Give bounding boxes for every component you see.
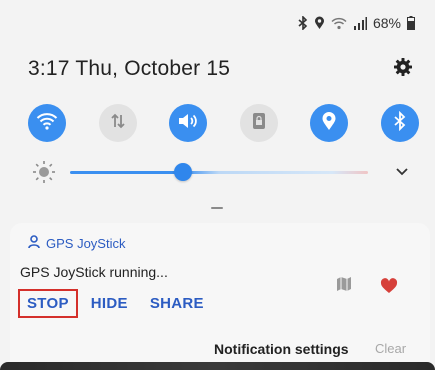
panel-bottom-edge (0, 362, 435, 370)
notification-settings-button[interactable]: Notification settings (214, 341, 349, 357)
chevron-down-icon[interactable] (395, 164, 409, 183)
wifi-status-icon (331, 17, 347, 30)
brightness-row (28, 157, 413, 187)
hide-button[interactable]: HIDE (82, 289, 137, 318)
person-pin-icon (28, 235, 40, 252)
signal-icon (353, 16, 367, 30)
heart-icon[interactable] (380, 278, 398, 299)
rotation-lock-tile[interactable] (239, 104, 278, 142)
notification-actions: STOP HIDE SHARE (18, 289, 213, 318)
map-icon[interactable] (336, 276, 352, 297)
clear-button[interactable]: Clear (375, 341, 406, 356)
notification-app-name: GPS JoyStick (46, 236, 126, 251)
location-tile[interactable] (310, 104, 349, 142)
location-status-icon (314, 16, 325, 30)
clock-row: 3:17 Thu, October 15 (28, 54, 413, 84)
wifi-icon (36, 112, 58, 135)
clock-date: 3:17 Thu, October 15 (28, 57, 230, 81)
brightness-slider-track[interactable] (70, 171, 368, 174)
bluetooth-icon (393, 110, 407, 136)
sound-icon (177, 112, 199, 135)
share-button[interactable]: SHARE (141, 289, 213, 318)
battery-percent: 68% (372, 15, 401, 31)
stop-button[interactable]: STOP (18, 289, 78, 318)
notification-text: GPS JoyStick running... (20, 264, 168, 280)
bluetooth-status-icon (298, 16, 308, 30)
drag-handle[interactable] (211, 207, 223, 209)
clock-time: 3:17 (28, 57, 70, 80)
notification-card[interactable]: GPS JoyStick GPS JoyStick running... STO… (10, 223, 430, 329)
location-icon (321, 111, 337, 136)
wifi-tile[interactable] (28, 104, 66, 142)
rotation-lock-icon (251, 112, 267, 135)
status-bar: 68% (298, 14, 415, 32)
brightness-sun-icon (32, 160, 56, 189)
notification-header: GPS JoyStick (28, 235, 125, 252)
brightness-slider-thumb[interactable] (174, 163, 193, 181)
battery-icon (407, 16, 415, 30)
mobile-data-icon (109, 112, 127, 135)
date-text: Thu, October 15 (75, 57, 231, 80)
sound-tile[interactable] (169, 104, 208, 142)
settings-gear-icon[interactable] (393, 57, 413, 82)
mobile-data-tile[interactable] (98, 104, 137, 142)
bluetooth-tile[interactable] (380, 104, 419, 142)
quick-settings-row (28, 101, 419, 145)
